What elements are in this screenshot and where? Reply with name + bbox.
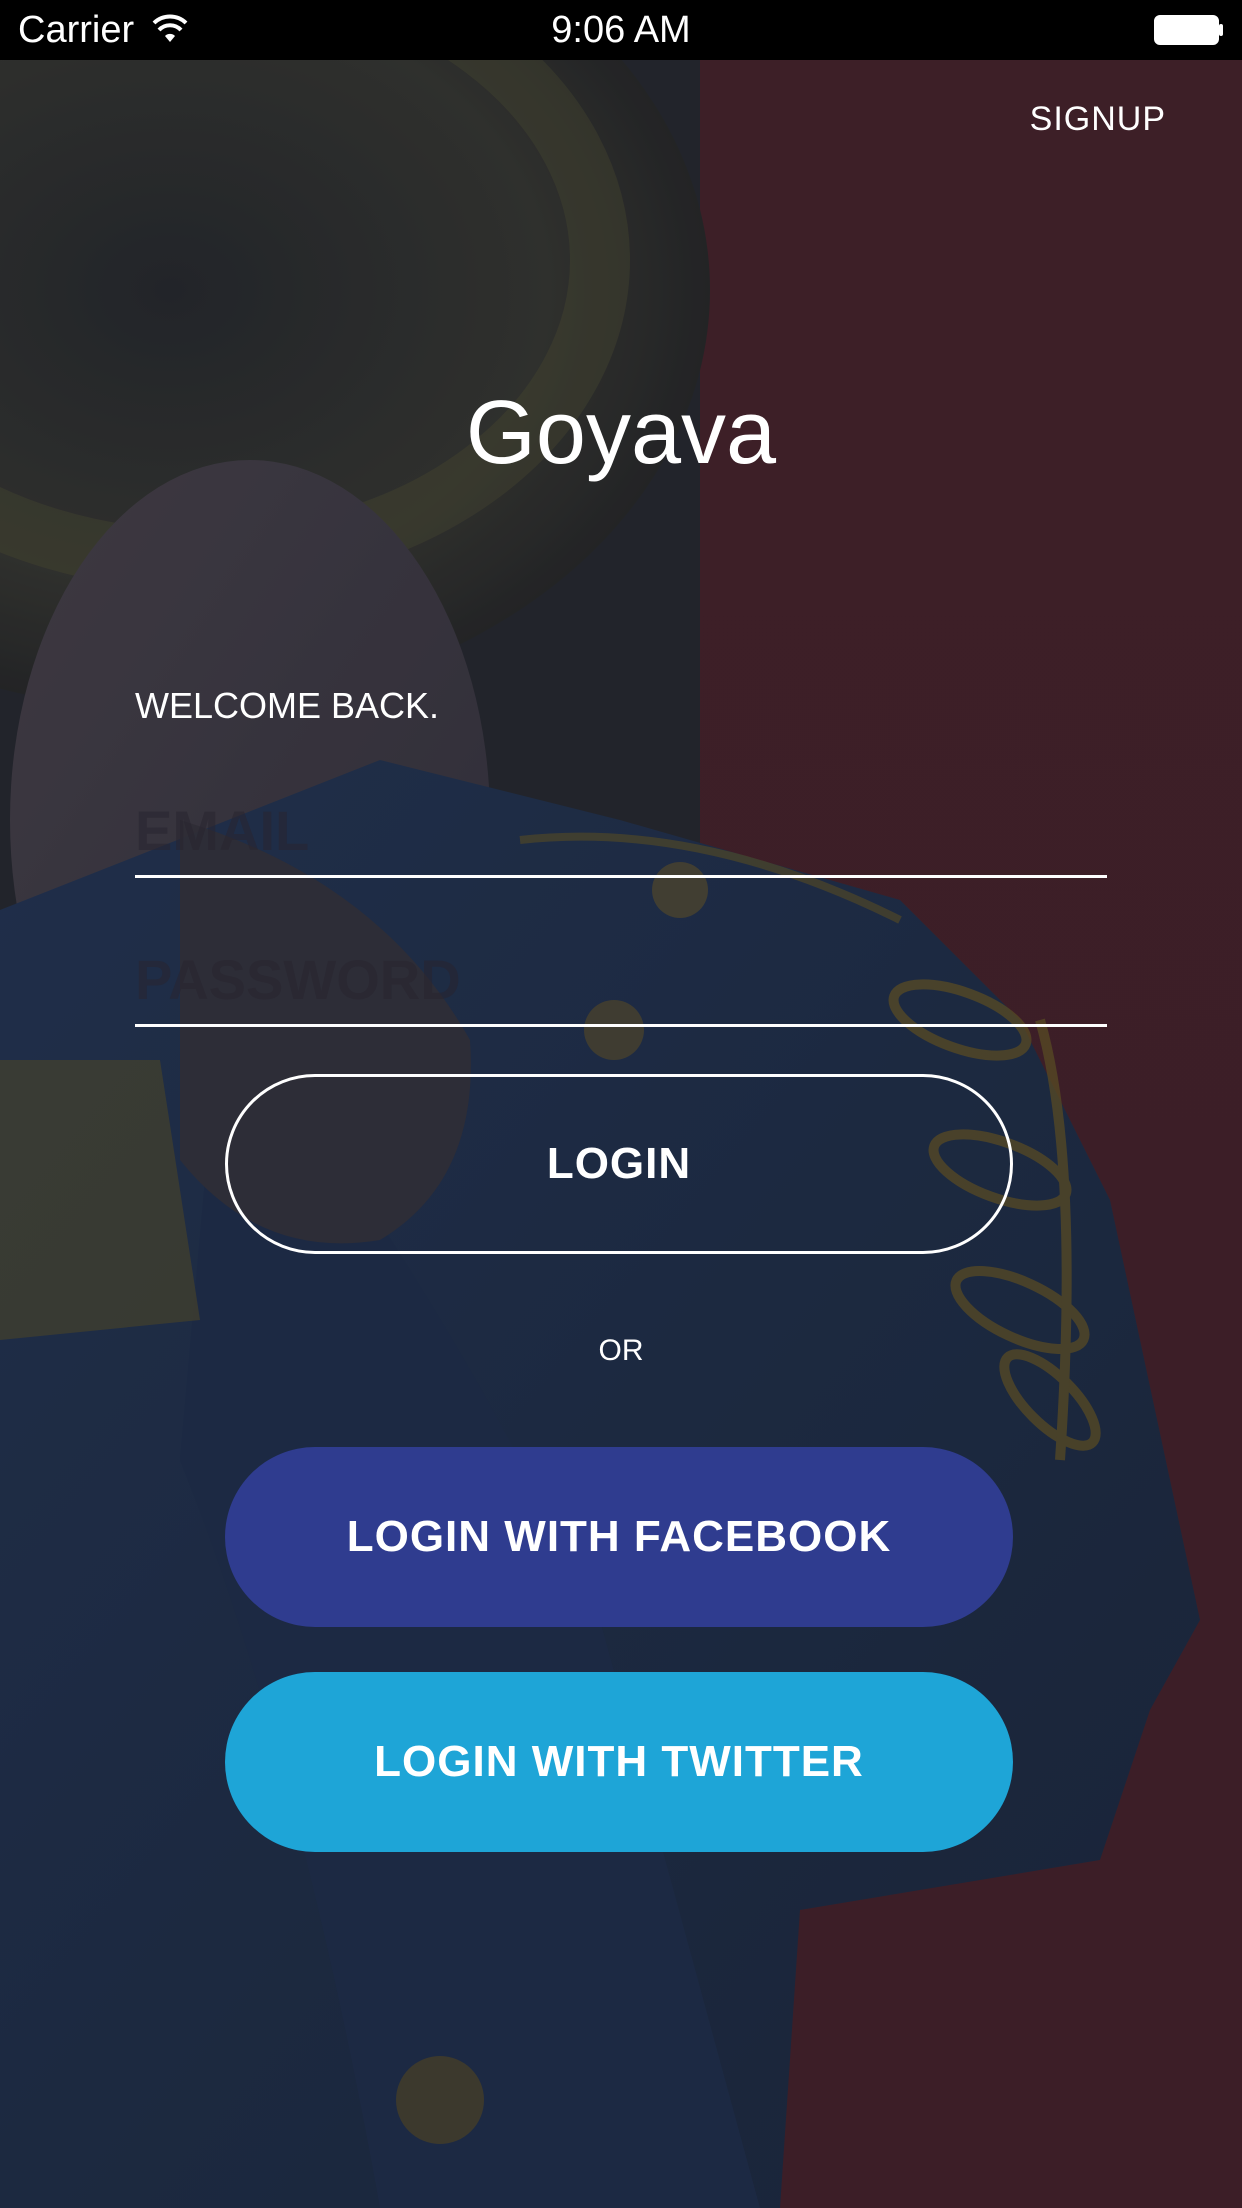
- status-bar: Carrier 9:06 AM: [0, 0, 1242, 60]
- signup-button[interactable]: SIGNUP: [1030, 100, 1166, 139]
- login-with-twitter-button[interactable]: LOGIN WITH TWITTER: [225, 1672, 1013, 1852]
- or-divider-text: OR: [598, 1334, 644, 1367]
- login-with-facebook-button[interactable]: LOGIN WITH FACEBOOK: [225, 1447, 1013, 1627]
- status-time: 9:06 AM: [551, 9, 691, 51]
- password-field-container: [135, 934, 1107, 1027]
- password-input[interactable]: [135, 934, 1107, 1024]
- login-button[interactable]: LOGIN: [225, 1074, 1013, 1254]
- welcome-text: WELCOME BACK.: [135, 685, 440, 726]
- battery-icon: [1154, 15, 1223, 45]
- email-field-container: [135, 785, 1107, 878]
- email-input[interactable]: [135, 785, 1107, 875]
- app-title: Goyava: [465, 383, 777, 483]
